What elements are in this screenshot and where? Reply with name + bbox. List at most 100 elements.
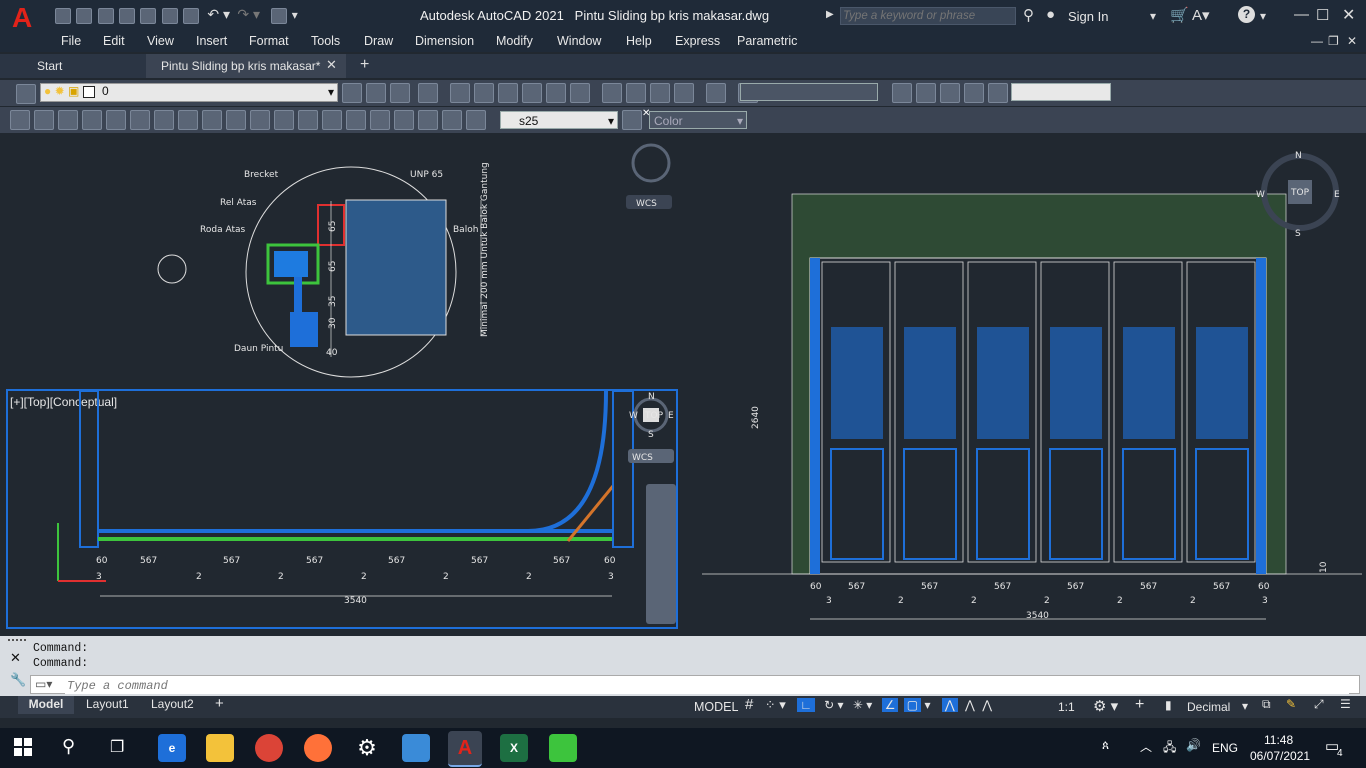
- isolate-icon[interactable]: ⧉: [1262, 697, 1271, 712]
- command-input[interactable]: [65, 677, 1349, 694]
- layer-dropdown[interactable]: ● ✹ ▣ 0 ▾: [40, 83, 338, 102]
- quick-dim-icon[interactable]: [202, 110, 222, 130]
- tab-start[interactable]: Start: [4, 54, 144, 78]
- center-mark-icon[interactable]: [346, 110, 366, 130]
- cube-front-icon[interactable]: [450, 83, 470, 103]
- osnap-icon[interactable]: ▢: [903, 698, 922, 712]
- polar-icon[interactable]: ↻ ▾: [824, 698, 843, 712]
- angular-icon[interactable]: [178, 110, 198, 130]
- layer-state-icon[interactable]: [390, 83, 410, 103]
- inspect-icon[interactable]: [370, 110, 390, 130]
- tab-model[interactable]: Model: [18, 696, 74, 714]
- linear-dim-icon[interactable]: [10, 110, 30, 130]
- search-arrow-icon[interactable]: ▶: [826, 9, 834, 20]
- new-icon[interactable]: [55, 7, 71, 24]
- annotation-visibility-icon[interactable]: ⋀: [941, 698, 958, 712]
- dim-update-icon[interactable]: [466, 110, 486, 130]
- clip-viewport-icon[interactable]: [988, 83, 1008, 103]
- jogged-icon[interactable]: [130, 110, 150, 130]
- single-viewport-icon[interactable]: [916, 83, 936, 103]
- autocad-taskbar-icon[interactable]: A: [448, 731, 482, 767]
- workspace-icon[interactable]: [271, 7, 288, 24]
- model-space-button[interactable]: MODEL: [694, 700, 738, 714]
- baseline-icon[interactable]: [226, 110, 246, 130]
- camera-icon[interactable]: [706, 83, 726, 103]
- chevron-up-icon[interactable]: ︿: [1140, 738, 1152, 755]
- control-panel-icon[interactable]: [402, 734, 430, 762]
- cube-top-icon[interactable]: [546, 83, 566, 103]
- ordinate-icon[interactable]: [82, 110, 102, 130]
- menu-parametric[interactable]: Parametric: [737, 34, 797, 48]
- gear-icon[interactable]: ⚙ ▾: [1093, 697, 1118, 715]
- language-indicator[interactable]: ENG: [1212, 741, 1238, 755]
- iso-se-icon[interactable]: [626, 83, 646, 103]
- viewport-config-icon[interactable]: [892, 83, 912, 103]
- dimstyle-dropdown[interactable]: s25 ▾: [500, 111, 618, 129]
- break-icon[interactable]: [298, 110, 318, 130]
- doc-minimize-icon[interactable]: —: [1311, 34, 1323, 48]
- tolerance-icon[interactable]: [322, 110, 342, 130]
- publish-icon[interactable]: [140, 7, 157, 24]
- add-layout-icon[interactable]: +: [215, 695, 224, 712]
- sign-in-link[interactable]: Sign In: [1068, 9, 1108, 24]
- compass-top[interactable]: TOP: [1290, 188, 1310, 198]
- menu-draw[interactable]: Draw: [364, 34, 393, 48]
- plus-icon[interactable]: +: [1135, 696, 1144, 714]
- menu-format[interactable]: Format: [249, 34, 289, 48]
- menu-express[interactable]: Express: [675, 34, 720, 48]
- settings-icon[interactable]: ⚙: [353, 734, 381, 762]
- dim-text-edit-icon[interactable]: [442, 110, 462, 130]
- print-icon[interactable]: [183, 7, 200, 24]
- scale-selector[interactable]: 1:1: [1058, 700, 1075, 714]
- compass-s[interactable]: S: [1295, 229, 1301, 239]
- help-icon[interactable]: ?: [1238, 6, 1255, 23]
- viewport-bottom-left[interactable]: [+][Top][Conceptual] 60 567 567 567 567 …: [6, 389, 678, 629]
- aligned-dim-icon[interactable]: [34, 110, 54, 130]
- wcs-label[interactable]: WCS: [632, 453, 653, 463]
- color-dropdown[interactable]: Color ▾: [649, 111, 747, 129]
- edge-icon[interactable]: e: [158, 734, 186, 762]
- doc-restore-icon[interactable]: ❐: [1328, 34, 1339, 48]
- iso-ne-icon[interactable]: [650, 83, 670, 103]
- open-icon[interactable]: [76, 7, 93, 24]
- save-icon[interactable]: [97, 7, 114, 24]
- auto-scale-icon[interactable]: ⋀: [965, 698, 975, 712]
- menu-edit[interactable]: Edit: [103, 34, 125, 48]
- iso-sw-icon[interactable]: [602, 83, 622, 103]
- clean-screen-icon[interactable]: ⤢: [1314, 697, 1324, 712]
- dim-edit-icon[interactable]: [418, 110, 438, 130]
- diameter-icon[interactable]: [154, 110, 174, 130]
- command-prompt-icon[interactable]: ▭▾: [35, 677, 52, 691]
- firefox-icon[interactable]: [304, 734, 332, 762]
- clock-date[interactable]: 06/07/2021: [1250, 749, 1310, 763]
- menu-help[interactable]: Help: [626, 34, 652, 48]
- radius-icon[interactable]: [106, 110, 126, 130]
- chevron-down-icon[interactable]: ▾: [1260, 9, 1266, 23]
- menu-modify[interactable]: Modify: [496, 34, 533, 48]
- command-grip[interactable]: [8, 639, 26, 645]
- save-as-icon[interactable]: [119, 7, 136, 24]
- menu-tools[interactable]: Tools: [311, 34, 340, 48]
- annotation-scale-icon[interactable]: ⋀: [982, 698, 992, 712]
- chevron-down-icon[interactable]: ▾: [924, 698, 930, 712]
- autocad-logo[interactable]: A: [12, 4, 42, 32]
- chevron-down-icon[interactable]: ▾: [1150, 9, 1156, 23]
- cube-right-icon[interactable]: [522, 83, 542, 103]
- search-input[interactable]: [840, 7, 1016, 25]
- menu-insert[interactable]: Insert: [196, 34, 227, 48]
- object-viewport-icon[interactable]: [964, 83, 984, 103]
- undo-icon[interactable]: ↶ ▾: [207, 6, 230, 22]
- polygon-viewport-icon[interactable]: [940, 83, 960, 103]
- units-dropdown[interactable]: Decimal: [1187, 700, 1230, 714]
- volume-icon[interactable]: 🔊: [1186, 738, 1201, 752]
- viewport-right[interactable]: 2640 10 60 567 567 567 567 567 567 60 3 …: [686, 137, 1362, 631]
- clock-time[interactable]: 11:48: [1264, 733, 1293, 747]
- layer-previous-icon[interactable]: [366, 83, 386, 103]
- make-current-icon[interactable]: [342, 83, 362, 103]
- menu-dimension[interactable]: Dimension: [415, 34, 474, 48]
- search-icon[interactable]: ⚲: [1023, 6, 1034, 24]
- grid-icon[interactable]: #: [745, 696, 753, 713]
- osnap-track-icon[interactable]: ∠: [881, 698, 899, 712]
- cart-icon[interactable]: 🛒: [1170, 6, 1189, 24]
- search-icon[interactable]: ⚲: [62, 736, 75, 757]
